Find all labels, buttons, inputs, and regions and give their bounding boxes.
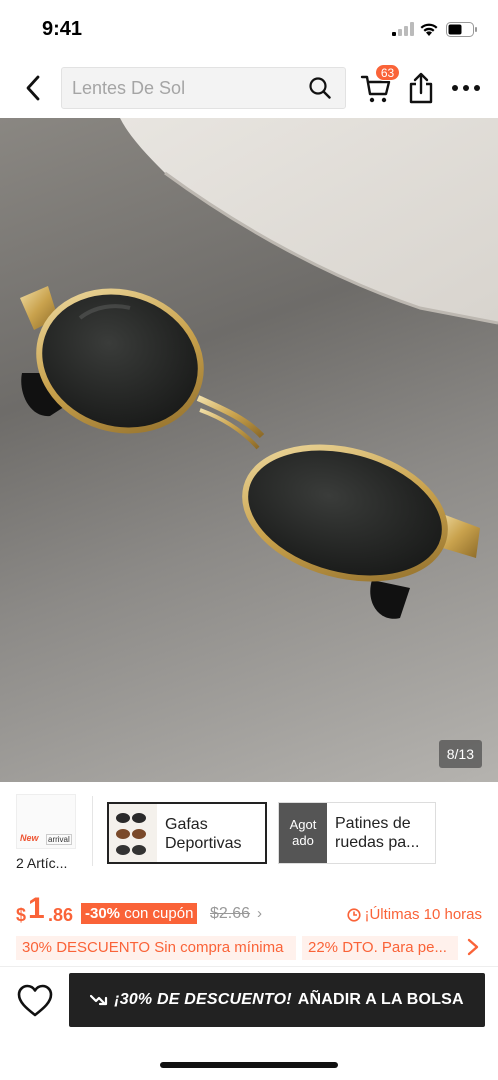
- category-chip-patines[interactable]: Agot ado Patines de ruedas pa...: [278, 802, 436, 864]
- coupon-badge: -30% con cupón: [81, 903, 198, 924]
- divider: [92, 796, 93, 866]
- coupon-text: con cupón: [124, 905, 194, 922]
- cell-signal-icon: [392, 22, 414, 36]
- coupon-percent: -30%: [85, 905, 121, 922]
- original-price[interactable]: $2.66: [210, 905, 250, 923]
- promo-row[interactable]: 30% DESCUENTO Sin compra mínima 22% DTO.…: [0, 934, 498, 962]
- category-label: Patines de ruedas pa...: [335, 815, 420, 851]
- sunglasses-illustration: [20, 118, 498, 619]
- top-navigation: 63: [0, 58, 498, 118]
- urgency-timer: ¡Últimas 10 horas: [347, 906, 482, 923]
- share-button[interactable]: [406, 72, 436, 104]
- promo-tag[interactable]: 22% DTO. Para pe...: [302, 936, 458, 960]
- new-badge: New: [20, 833, 39, 843]
- urgency-text: ¡Últimas 10 horas: [364, 906, 482, 923]
- search-icon[interactable]: [309, 77, 331, 99]
- promo-tag[interactable]: 30% DESCUENTO Sin compra mínima: [16, 936, 296, 960]
- related-items-card[interactable]: New arrival 2 Artíc...: [16, 794, 76, 871]
- wishlist-button[interactable]: [16, 982, 54, 1020]
- more-icon: [452, 85, 480, 91]
- cart-count-badge: 63: [375, 64, 400, 81]
- image-counter: 8/13: [438, 740, 482, 768]
- price-currency: $: [16, 905, 27, 925]
- price-decimal: .86: [48, 905, 74, 925]
- sold-out-thumbnail: Agot ado: [279, 803, 327, 863]
- category-chip-gafas-deportivas[interactable]: Gafas Deportivas: [107, 802, 267, 864]
- wifi-icon: [420, 23, 438, 36]
- status-time: 9:41: [42, 18, 83, 40]
- related-row: New arrival 2 Artíc... Gafas Deportivas …: [0, 782, 498, 882]
- sold-out-label: Agot ado: [289, 817, 317, 848]
- more-options-button[interactable]: [450, 76, 482, 100]
- price-integer: 1: [28, 892, 45, 925]
- battery-icon: [446, 22, 477, 37]
- chevron-right-icon[interactable]: [466, 937, 480, 957]
- cta-label: AÑADIR A LA BOLSA: [297, 991, 464, 1008]
- clock-icon: [347, 907, 362, 922]
- home-indicator[interactable]: [160, 1062, 338, 1068]
- product-image[interactable]: 8/13: [0, 118, 498, 782]
- divider: [0, 966, 498, 967]
- search-bar[interactable]: [61, 67, 346, 109]
- price-row: $ 1 .86 -30% con cupón $2.66 › ¡Últimas …: [0, 890, 498, 930]
- chevron-right-icon[interactable]: ›: [257, 905, 262, 922]
- cta-promo-text: ¡30% DE DESCUENTO!: [114, 991, 292, 1008]
- back-button[interactable]: [18, 72, 48, 104]
- search-input[interactable]: [72, 68, 302, 108]
- related-items-label: 2 Artíc...: [16, 855, 68, 871]
- share-icon: [409, 72, 433, 104]
- related-items-thumbnail: New arrival: [16, 794, 76, 849]
- back-arrow-icon: [26, 75, 40, 101]
- status-bar: 9:41: [0, 0, 498, 58]
- category-label: Gafas Deportivas: [165, 816, 242, 852]
- trend-down-icon: [90, 994, 108, 1006]
- heart-icon: [17, 984, 53, 1017]
- category-thumbnail: [109, 804, 157, 862]
- add-to-bag-button[interactable]: ¡30% DE DESCUENTO! AÑADIR A LA BOLSA: [69, 973, 485, 1027]
- arrival-badge: arrival: [46, 834, 72, 845]
